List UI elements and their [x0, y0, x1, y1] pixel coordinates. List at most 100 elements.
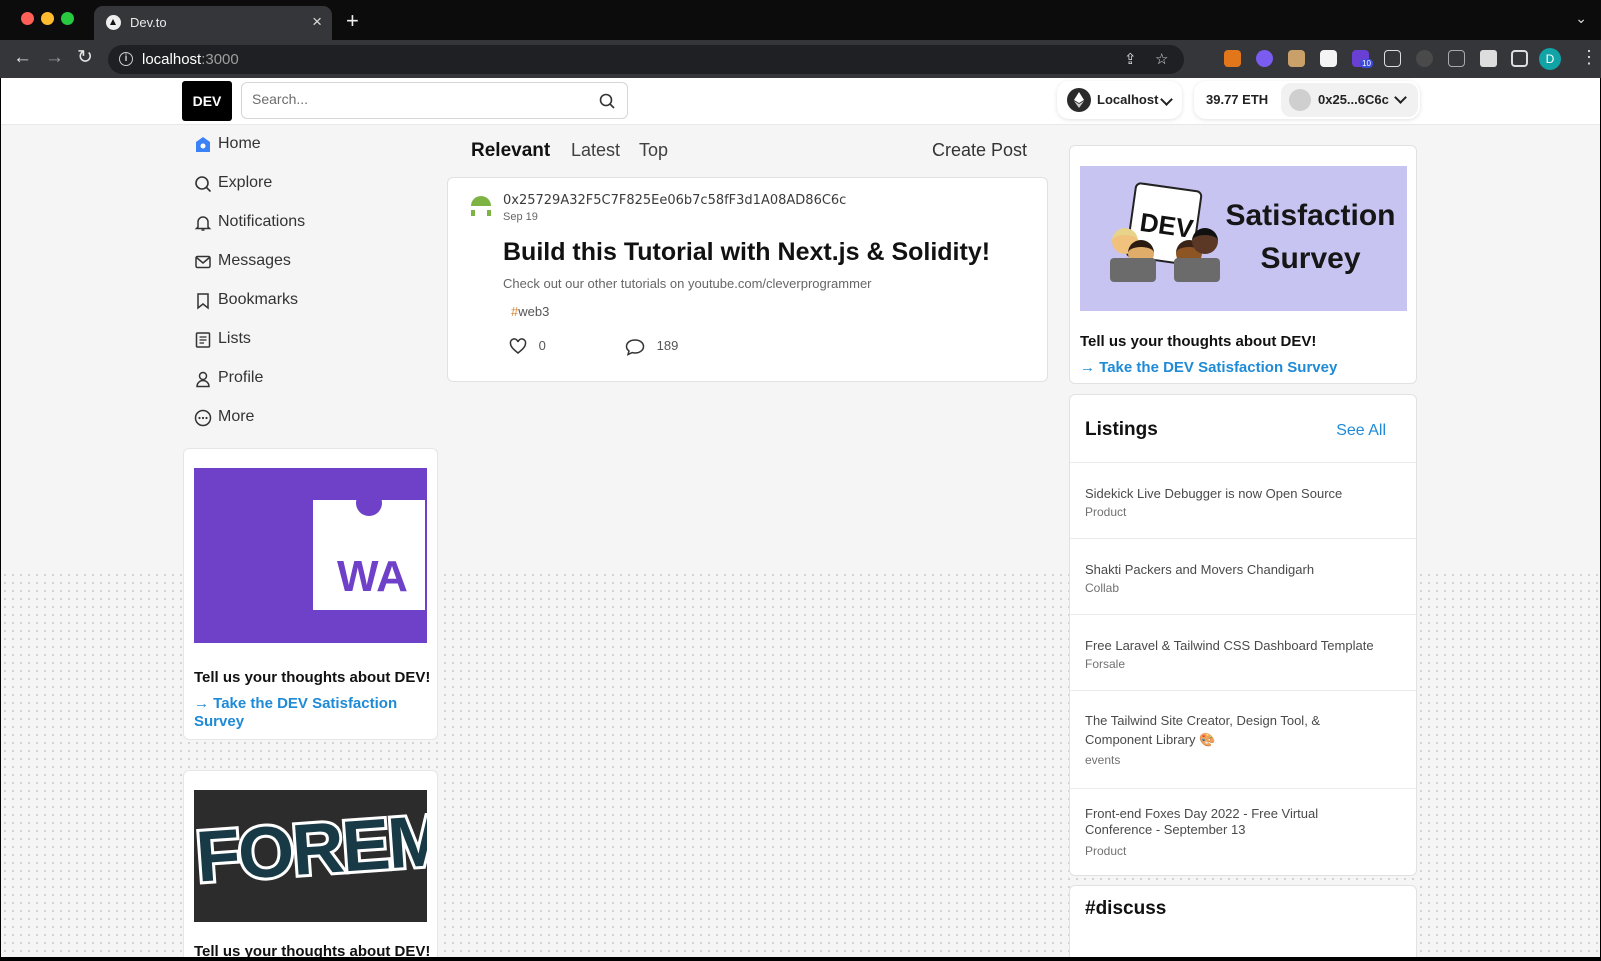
search-input[interactable]: [252, 91, 582, 107]
profile-avatar[interactable]: D: [1539, 48, 1561, 70]
comment-icon: [625, 339, 645, 356]
list-icon: [195, 332, 211, 348]
extension-icon[interactable]: 10: [1352, 50, 1373, 68]
sidebar-item-label: Home: [218, 135, 261, 152]
site-info-icon[interactable]: i: [119, 52, 133, 66]
share-icon[interactable]: ⇪: [1124, 50, 1137, 68]
listings-card: Listings See All Sidekick Live Debugger …: [1069, 394, 1417, 876]
extension-icon[interactable]: [1416, 50, 1433, 67]
close-tab-icon[interactable]: ×: [312, 12, 322, 32]
forem-banner-image[interactable]: FOREM: [194, 790, 427, 922]
extension-icon[interactable]: [1448, 50, 1465, 67]
search-icon[interactable]: [599, 93, 615, 109]
sidebar-item-bookmarks[interactable]: Bookmarks: [184, 286, 424, 316]
extension-icon[interactable]: [1288, 50, 1305, 67]
network-label: Localhost: [1097, 92, 1159, 107]
survey-banner-title: Satisfaction Survey: [1225, 199, 1396, 275]
mail-icon: [195, 255, 211, 269]
maximize-window-button[interactable]: [61, 12, 74, 25]
network-selector[interactable]: Localhost: [1057, 81, 1182, 119]
sidebar-item-more[interactable]: More: [184, 403, 424, 433]
comment-count: 189: [656, 338, 679, 354]
extension-icon[interactable]: [1320, 50, 1337, 67]
listing-item[interactable]: The Tailwind Site Creator, Design Tool, …: [1070, 690, 1416, 788]
star-bookmark-icon[interactable]: ☆: [1155, 50, 1168, 68]
sidebar-item-notifications[interactable]: Notifications: [184, 208, 424, 238]
listing-category: Product: [1085, 505, 1127, 519]
post-tag[interactable]: #web3: [511, 304, 549, 319]
browser-menu-icon[interactable]: ⋮: [1580, 47, 1598, 67]
more-icon: [194, 409, 212, 427]
user-icon: [196, 371, 210, 388]
metamask-extension-icon[interactable]: [1224, 50, 1241, 67]
wa-banner-image[interactable]: WA: [194, 468, 427, 643]
site-header: DEV Localhost 39.77 ETH 0x25...6C6c: [1, 78, 1600, 125]
minimize-window-button[interactable]: [41, 12, 54, 25]
listing-item[interactable]: Shakti Packers and Movers Chandigarh Col…: [1070, 538, 1416, 614]
sidebar-item-label: Lists: [218, 330, 251, 347]
reload-icon[interactable]: ↻: [77, 48, 93, 68]
see-all-link[interactable]: See All: [1336, 422, 1386, 440]
search-box[interactable]: [241, 82, 628, 119]
tab-title: Dev.to: [130, 15, 167, 30]
new-tab-icon[interactable]: +: [346, 8, 359, 34]
left-promo-card: WA Tell us your thoughts about DEV! → Ta…: [183, 448, 438, 740]
account-selector[interactable]: 0x25...6C6c: [1281, 83, 1418, 117]
home-icon: [196, 137, 210, 152]
post-author[interactable]: 0x25729A32F5C7F825Ee06b7c58fF3d1A08AD86C…: [503, 193, 846, 208]
listing-item[interactable]: Sidekick Live Debugger is now Open Sourc…: [1070, 462, 1416, 538]
tab-top[interactable]: Top: [639, 140, 668, 161]
create-post-link[interactable]: Create Post: [932, 140, 1027, 161]
sidebar-item-label: Explore: [218, 174, 273, 191]
sidebar-item-label: Notifications: [218, 213, 306, 230]
sidebar-item-profile[interactable]: Profile: [184, 364, 424, 394]
sidebar-item-home[interactable]: Home: [184, 130, 424, 160]
address-bar[interactable]: i localhost:3000 ⇪ ☆: [108, 45, 1184, 74]
sidebar-item-lists[interactable]: Lists: [184, 325, 424, 355]
tab-relevant[interactable]: Relevant: [471, 140, 550, 162]
like-button[interactable]: 0: [509, 338, 546, 355]
side-panel-icon[interactable]: [1511, 50, 1528, 67]
author-avatar-icon[interactable]: [468, 192, 494, 218]
discuss-title[interactable]: #discuss: [1085, 898, 1166, 920]
bell-icon: [194, 216, 212, 231]
sidebar-item-explore[interactable]: Explore: [184, 169, 424, 199]
sidebar-item-label: More: [218, 408, 255, 425]
survey-link[interactable]: → Take the DEV Satisfaction Survey: [194, 695, 414, 731]
post-title[interactable]: Build this Tutorial with Next.js & Solid…: [503, 238, 990, 267]
back-arrow-icon[interactable]: ←: [13, 48, 32, 68]
browser-toolbar: ← → ↻ i localhost:3000 ⇪ ☆ 10 D ⋮: [0, 40, 1601, 78]
card-heading: Tell us your thoughts about DEV!: [194, 669, 431, 686]
account-avatar-icon: [1289, 89, 1311, 111]
favicon-icon: [106, 15, 121, 30]
search-icon: [195, 176, 212, 193]
listing-title: The Tailwind Site Creator, Design Tool, …: [1085, 713, 1321, 747]
left-promo-card: FOREM Tell us your thoughts about DEV!: [183, 770, 438, 957]
card-heading: Tell us your thoughts about DEV!: [194, 943, 431, 957]
dev-logo[interactable]: DEV: [182, 81, 232, 121]
emoji-person-icon: [1192, 228, 1218, 254]
sidebar-item-label: Messages: [218, 252, 291, 269]
listing-item[interactable]: Free Laravel & Tailwind CSS Dashboard Te…: [1070, 614, 1416, 690]
survey-link[interactable]: → Take the DEV Satisfaction Survey: [1080, 359, 1337, 377]
browser-tab[interactable]: Dev.to ×: [94, 6, 332, 40]
extension-icon[interactable]: [1256, 50, 1273, 67]
tab-search-chevron-icon[interactable]: ⌄: [1575, 10, 1587, 27]
survey-banner-image[interactable]: DEV Satisfaction Survey: [1080, 166, 1407, 311]
post-card[interactable]: 0x25729A32F5C7F825Ee06b7c58fF3d1A08AD86C…: [447, 177, 1048, 382]
comments-button[interactable]: 189: [625, 338, 678, 356]
forward-arrow-icon[interactable]: →: [45, 48, 64, 68]
heart-icon: [509, 338, 527, 355]
like-count: 0: [538, 338, 546, 353]
sidebar-item-messages[interactable]: Messages: [184, 247, 424, 277]
listing-item[interactable]: Front-end Foxes Day 2022 - Free Virtual …: [1070, 788, 1416, 876]
listings-title: Listings: [1085, 419, 1158, 440]
account-widget: 39.77 ETH 0x25...6C6c: [1194, 81, 1420, 119]
card-heading: Tell us your thoughts about DEV!: [1080, 333, 1317, 350]
puzzle-extensions-icon[interactable]: [1480, 50, 1497, 67]
laptop-icon: [1110, 258, 1156, 282]
tab-latest[interactable]: Latest: [571, 140, 620, 161]
extension-icon[interactable]: [1384, 50, 1401, 67]
post-description: Check out our other tutorials on youtube…: [503, 276, 872, 291]
close-window-button[interactable]: [21, 12, 34, 25]
